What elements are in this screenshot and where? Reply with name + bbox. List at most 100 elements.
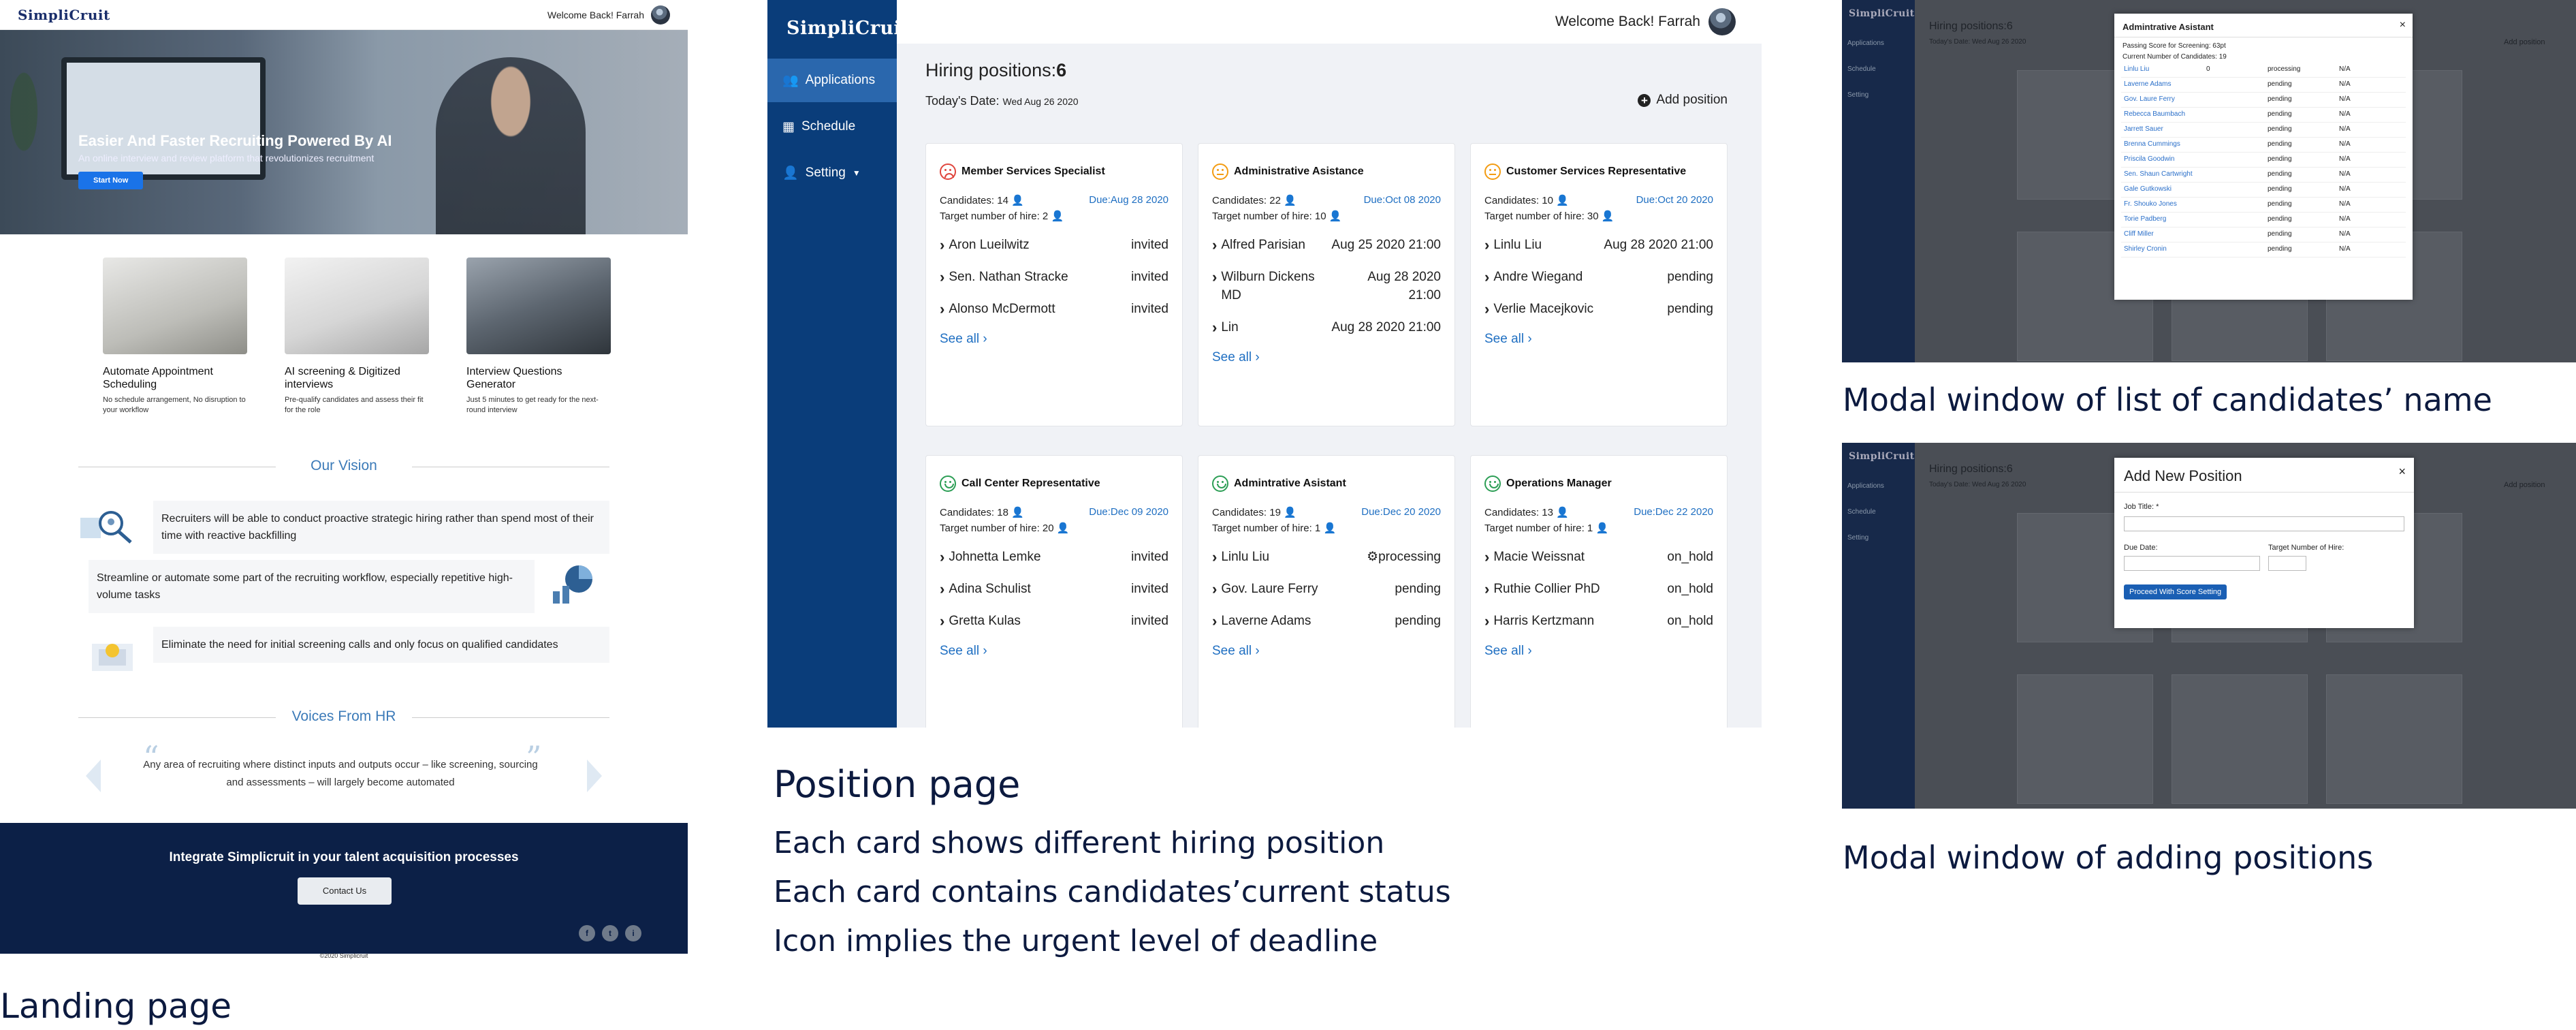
candidate-row[interactable]: Alonso McDermott invited [940,300,1168,318]
see-all-link[interactable]: See all [940,332,1168,347]
candidate-name[interactable]: Laverne Adams [1212,612,1311,630]
candidate-name[interactable]: Harris Kertzmann [1484,612,1594,630]
candidates-modal-caption: Modal window of list of candidates’ name [1843,381,2492,418]
voices-title: Voices From HR [78,708,609,725]
candidate-name[interactable]: Sen. Nathan Stracke [940,268,1068,286]
footer: Integrate Simplicruit in your talent acq… [0,823,688,954]
candidate-row[interactable]: Linlu Liu Aug 28 2020 21:00 [1484,236,1713,254]
candidate-name[interactable]: Verlie Macejkovic [1484,300,1593,318]
feature-title: Interview Questions Generator [466,366,562,390]
candidate-name[interactable]: Lin [1212,318,1238,337]
candidate-row[interactable]: Lin Aug 28 2020 21:00 [1212,318,1441,337]
twitter-icon[interactable]: t [602,925,618,941]
candidate-name[interactable]: Ruthie Collier PhD [1484,580,1600,598]
candidate-row[interactable]: Harris Kertzmann on_hold [1484,612,1713,630]
candidate-row[interactable]: Wilburn Dickens MD Aug 28 2020 21:00 [1212,268,1441,305]
footer-heading: Integrate Simplicruit in your talent acq… [169,850,519,864]
candidate-link[interactable]: Cliff Miller [2124,230,2154,238]
contact-us-button[interactable]: Contact Us [298,877,392,905]
candidate-row[interactable]: Laverne Adams pending [1212,612,1441,630]
candidate-row[interactable]: Aron Lueilwitz invited [940,236,1168,254]
candidate-row[interactable]: Sen. Nathan Stracke invited [940,268,1168,286]
candidate-row[interactable]: Gov. Laure Ferry pending [1212,580,1441,598]
candidate-row[interactable]: Johnetta Lemke invited [940,548,1168,566]
candidate-row[interactable]: Verlie Macejkovic pending [1484,300,1713,318]
urgency-face-icon [940,163,956,180]
see-all-link[interactable]: See all [1484,644,1713,659]
see-all-link[interactable]: See all [940,644,1168,659]
candidate-row[interactable]: Andre Wiegand pending [1484,268,1713,286]
start-now-button[interactable]: Start Now [78,172,144,189]
candidate-name[interactable]: Gov. Laure Ferry [1212,580,1318,598]
candidate-link[interactable]: Gov. Laure Ferry [2124,95,2175,103]
instagram-icon[interactable]: i [625,925,641,941]
carousel-next-button[interactable] [587,760,602,792]
candidate-status: invited [1131,612,1168,630]
candidate-link[interactable]: Brenna Cummings [2124,140,2180,148]
candidate-name[interactable]: Alonso McDermott [940,300,1055,318]
candidate-status: pending [2268,110,2292,118]
candidate-link[interactable]: Torie Padberg [2124,215,2166,223]
status-text: invited [1131,302,1168,316]
sidebar-item-schedule[interactable]: ▦ Schedule [767,105,897,149]
candidate-row[interactable]: Gretta Kulas invited [940,612,1168,630]
see-all-link[interactable]: See all [1484,332,1713,347]
candidate-name[interactable]: Andre Wiegand [1484,268,1583,286]
job-title-input[interactable] [2124,516,2404,531]
candidate-name[interactable]: Aron Lueilwitz [940,236,1029,254]
dim-logo: SimpliCruit [1849,451,1915,462]
proceed-button[interactable]: Proceed With Score Setting [2124,584,2227,599]
candidate-link[interactable]: Jarrett Sauer [2124,125,2163,133]
row-divider [2121,197,2406,198]
see-all-link[interactable]: See all [1212,644,1441,659]
card-title: Admintrative Asistant [1234,478,1346,489]
candidate-name[interactable]: Linlu Liu [1484,236,1542,254]
candidate-name[interactable]: Wilburn Dickens MD [1212,268,1335,305]
target-hire-input[interactable] [2268,556,2306,571]
candidate-link[interactable]: Fr. Shouko Jones [2124,200,2177,208]
candidate-link[interactable]: Rebecca Baumbach [2124,110,2185,118]
candidate-link[interactable]: Sen. Shaun Cartwright [2124,170,2193,178]
candidate-link[interactable]: Shirley Cronin [2124,245,2167,253]
sidebar-item-applications[interactable]: 👥 Applications [767,59,897,102]
candidate-name[interactable]: Linlu Liu [1212,548,1269,566]
candidate-link[interactable]: Gale Gutkowski [2124,185,2172,193]
candidates-count-text: Candidates: 10 [1484,195,1553,206]
target-hire-label: Target Number of Hire: [2268,544,2344,552]
avatar[interactable] [651,5,670,25]
carousel-prev-button[interactable] [86,760,101,792]
candidate-link[interactable]: Priscila Goodwin [2124,155,2174,163]
status-text: Aug 28 2020 21:00 [1604,238,1713,252]
facebook-icon[interactable]: f [579,925,595,941]
sidebar-logo[interactable]: SimpliCruit [786,18,910,39]
see-all-link[interactable]: See all [1212,350,1441,365]
urgency-face-icon [1212,475,1228,492]
status-text: on_hold [1667,550,1713,564]
avatar[interactable] [1708,8,1736,35]
candidate-name[interactable]: Johnetta Lemke [940,548,1040,566]
candidate-name[interactable]: Macie Weissnat [1484,548,1585,566]
close-icon[interactable]: × [2400,19,2406,31]
card-meta: Candidates: 18 👤 Due:Dec 09 2020 [940,506,1168,518]
add-position-button[interactable]: + Add position [1638,93,1728,108]
due-date: Due:Dec 22 2020 [1634,506,1713,518]
row-divider [2121,152,2406,153]
landing-logo[interactable]: SimpliCruit [18,7,110,23]
candidate-row[interactable]: Adina Schulist invited [940,580,1168,598]
close-icon[interactable]: × [2398,465,2406,479]
candidate-row[interactable]: Linlu Liu ⚙processing [1212,548,1441,566]
candidate-name[interactable]: Adina Schulist [940,580,1030,598]
candidate-link[interactable]: Linlu Liu [2124,65,2149,73]
card-meta: Candidates: 14 👤 Due:Aug 28 2020 [940,194,1168,206]
candidate-row[interactable]: Macie Weissnat on_hold [1484,548,1713,566]
dim-nav-item: Schedule [1847,65,1876,73]
candidate-name[interactable]: Alfred Parisian [1212,236,1305,254]
candidate-row[interactable]: Alfred Parisian Aug 25 2020 21:00 [1212,236,1441,254]
due-date-input[interactable] [2124,556,2260,571]
sidebar-item-setting[interactable]: 👤 Setting ▼ [767,151,897,195]
candidate-name[interactable]: Gretta Kulas [940,612,1021,630]
candidate-link[interactable]: Laverne Adams [2124,80,2172,88]
candidate-row[interactable]: Ruthie Collier PhD on_hold [1484,580,1713,598]
job-title-label: Job Title: * [2124,503,2159,511]
candidate-interview: N/A [2339,140,2351,148]
